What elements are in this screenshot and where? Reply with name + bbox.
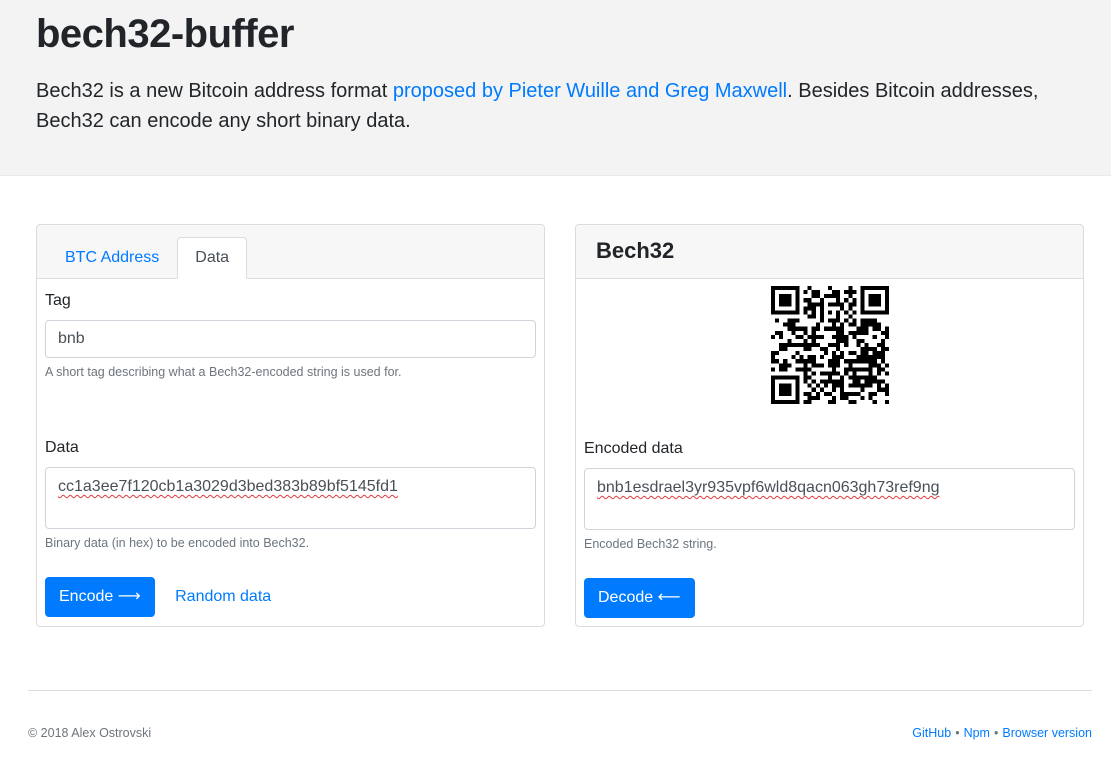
qr-code-image	[771, 286, 889, 404]
bech32-card-body: Encoded data bnb1esdrael3yr935vpf6wld8qa…	[576, 279, 1083, 627]
footer-links: GitHub • Npm • Browser version	[912, 726, 1092, 740]
encoded-help-text: Encoded Bech32 string.	[584, 537, 717, 551]
tab-btc-address[interactable]: BTC Address	[47, 237, 177, 279]
decode-button[interactable]: Decode ⟵	[584, 578, 695, 618]
npm-link[interactable]: Npm	[964, 726, 990, 740]
data-textarea[interactable]: cc1a3ee7f120cb1a3029d3bed383b89bf5145fd1	[45, 467, 536, 529]
data-textarea-value: cc1a3ee7f120cb1a3029d3bed383b89bf5145fd1	[58, 478, 398, 495]
github-link[interactable]: GitHub	[912, 726, 951, 740]
qr-code	[771, 286, 891, 406]
tag-label: Tag	[45, 292, 71, 309]
tag-input[interactable]	[45, 320, 536, 358]
encoded-data-textarea[interactable]: bnb1esdrael3yr935vpf6wld8qacn063gh73ref9…	[584, 468, 1075, 530]
encoded-data-value: bnb1esdrael3yr935vpf6wld8qacn063gh73ref9…	[597, 479, 940, 496]
footer-divider	[28, 690, 1092, 691]
encoded-data-label: Encoded data	[584, 440, 683, 457]
description-text-start: Bech32 is a new Bitcoin address format	[36, 80, 393, 102]
proposal-link[interactable]: proposed by Pieter Wuille and Greg Maxwe…	[393, 80, 787, 102]
encoder-tabs: BTC Address Data	[47, 237, 248, 279]
encoder-card-body: Tag A short tag describing what a Bech32…	[37, 279, 544, 617]
bech32-card: Bech32 Encoded data bnb1esdrael3yr935vpf…	[575, 224, 1084, 627]
bech32-card-title: Bech32	[596, 238, 675, 263]
page-description: Bech32 is a new Bitcoin address format p…	[36, 76, 1096, 136]
main-row: BTC Address Data Tag A short tag describ…	[36, 224, 1084, 628]
footer-separator: •	[955, 726, 960, 740]
footer-separator: •	[993, 726, 999, 740]
random-data-link[interactable]: Random data	[175, 588, 271, 606]
encoder-card-header: BTC Address Data	[37, 225, 544, 279]
tab-data[interactable]: Data	[177, 237, 248, 279]
encoder-card: BTC Address Data Tag A short tag describ…	[36, 224, 545, 627]
encode-button[interactable]: Encode ⟶	[45, 577, 155, 617]
copyright: © 2018 Alex Ostrovski	[28, 726, 152, 740]
footer: © 2018 Alex Ostrovski GitHub • Npm • Browser…	[28, 726, 1092, 740]
data-help-text: Binary data (in hex) to be encoded into …	[45, 536, 310, 550]
page-title: bech32-buffer	[36, 12, 295, 56]
jumbotron: bech32-buffer Bech32 is a new Bitcoin ad…	[0, 0, 1111, 176]
bech32-card-header: Bech32	[576, 225, 1083, 279]
data-label: Data	[45, 439, 79, 456]
browser-version-link[interactable]: Browser version	[1002, 726, 1092, 740]
tag-help-text: A short tag describing what a Bech32-enc…	[45, 365, 402, 379]
